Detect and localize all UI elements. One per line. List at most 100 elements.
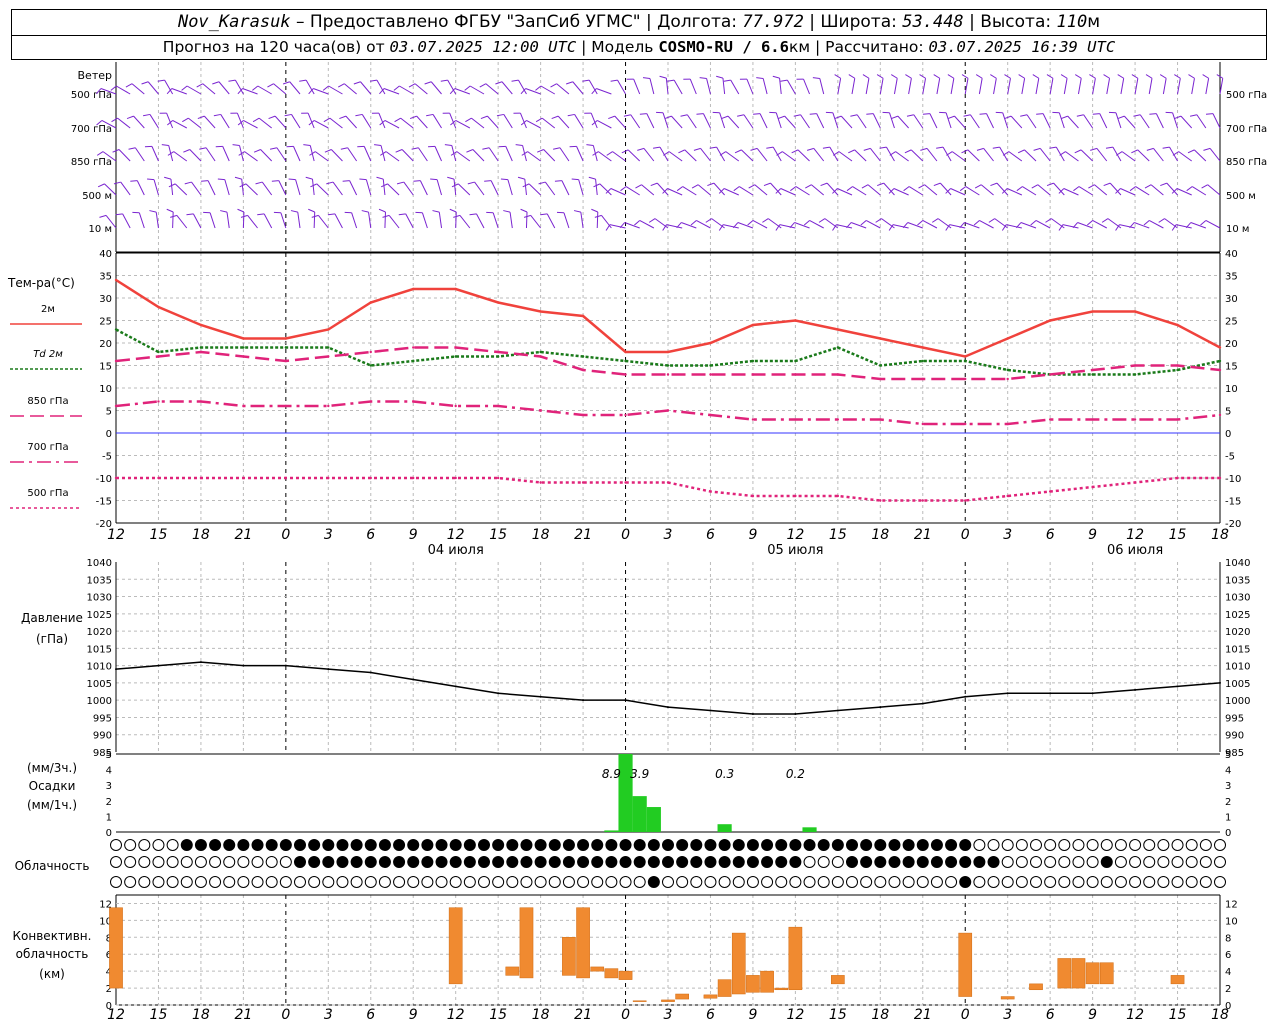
wind-barb-flag xyxy=(213,113,221,117)
wind-barb xyxy=(207,180,216,196)
wind-barb xyxy=(590,112,598,129)
precip-tick-label: 4 xyxy=(106,766,112,777)
wind-barb-flag xyxy=(271,180,279,182)
wind-barb xyxy=(1121,151,1136,162)
conv-tick-label-right: 10 xyxy=(1225,916,1238,927)
wind-barb xyxy=(754,184,768,196)
pressure-tick-label: 1020 xyxy=(87,627,112,638)
wind-barb-flag xyxy=(1159,74,1167,79)
wind-barb-flag xyxy=(237,208,245,213)
conv-time-tick-label: 0 xyxy=(621,1007,630,1023)
conv-time-tick-label: 18 xyxy=(192,1007,210,1023)
wind-barb xyxy=(242,88,258,95)
cloud-symbol xyxy=(421,839,434,851)
temp-point xyxy=(1218,346,1222,349)
legend-label: Td 2м xyxy=(33,349,63,360)
cloud-symbol xyxy=(761,876,774,888)
pressure-unit: (гПа) xyxy=(36,632,68,646)
conv-bar xyxy=(519,907,534,979)
cloud-symbol xyxy=(746,856,759,868)
temp-point xyxy=(1048,373,1052,376)
wind-barb xyxy=(767,218,782,229)
wind-barb xyxy=(784,115,796,129)
wind-barb xyxy=(525,211,528,229)
wind-barb-flag xyxy=(1205,113,1214,115)
cloud-symbol xyxy=(817,839,830,851)
wind-barb xyxy=(432,114,442,129)
wind-barb-flag xyxy=(920,147,928,151)
cloud-symbol xyxy=(393,876,406,888)
wind-barb xyxy=(1212,113,1221,129)
wind-barb-flag xyxy=(282,81,290,85)
wind-barb xyxy=(505,146,513,162)
wind-barb xyxy=(330,149,343,162)
cloud-symbol xyxy=(478,839,490,851)
wind-barb xyxy=(838,151,853,162)
wind-barb xyxy=(965,186,980,196)
wind-barb xyxy=(387,183,400,196)
wind-barb xyxy=(403,181,414,196)
temp-tick-label: 40 xyxy=(99,249,112,260)
temp-point xyxy=(1218,476,1222,480)
pressure-point xyxy=(624,699,627,702)
wind-barb xyxy=(682,186,697,196)
conv-bar xyxy=(590,966,605,972)
wind-barb-flag xyxy=(447,176,455,180)
conv-bar xyxy=(1170,975,1185,985)
wind-barb xyxy=(520,112,527,129)
wind-barb-flag xyxy=(975,74,983,79)
temp-point xyxy=(921,422,924,426)
wind-barb xyxy=(803,78,811,95)
wind-barb xyxy=(226,212,230,229)
cloud-symbol xyxy=(1214,856,1226,868)
wind-barb-flag xyxy=(355,113,363,117)
wind-barb-flag xyxy=(327,213,336,216)
temp-point xyxy=(454,476,457,480)
wind-barb xyxy=(405,213,414,229)
wind-barb xyxy=(809,220,824,229)
conv-time-tick-label: 6 xyxy=(366,1007,375,1023)
wind-barb xyxy=(646,113,655,129)
pressure-point xyxy=(1049,692,1052,695)
time-tick-label: 18 xyxy=(871,527,889,543)
wind-barb xyxy=(1077,222,1093,229)
cloud-symbol xyxy=(647,839,660,851)
temp-point xyxy=(666,409,670,412)
precip-bar xyxy=(618,754,633,832)
wind-barb-flag xyxy=(763,182,771,187)
pressure-tick-label-right: 1005 xyxy=(1225,679,1250,690)
cloud-symbol xyxy=(1199,876,1212,888)
wind-barb-flag xyxy=(453,214,461,218)
wind-barb-flag xyxy=(591,208,598,213)
wind-level-label: 850 гПа xyxy=(71,157,112,168)
temp-point xyxy=(879,418,882,421)
cloud-symbol xyxy=(364,839,377,851)
wind-barb xyxy=(892,224,909,229)
wind-barb-flag xyxy=(862,74,870,79)
wind-barb xyxy=(1162,78,1167,95)
cloud-symbol xyxy=(237,839,250,851)
wind-barb xyxy=(1022,186,1037,196)
wind-barb-flag xyxy=(1088,184,1095,189)
cloud-symbol xyxy=(803,839,816,851)
wind-barb xyxy=(1080,149,1093,162)
cloud-symbol xyxy=(548,856,561,868)
time-tick-label: 18 xyxy=(1211,527,1229,543)
wind-barb xyxy=(485,83,499,95)
conv-bar xyxy=(1071,958,1086,989)
precip-tick-label-right: 5 xyxy=(1225,750,1231,761)
temp-point xyxy=(836,328,840,331)
wind-barb xyxy=(700,148,711,162)
cloud-symbol xyxy=(279,876,292,888)
cloud-symbol xyxy=(435,839,448,851)
wind-barb xyxy=(816,113,825,129)
temp-point xyxy=(114,359,118,363)
wind-barb xyxy=(865,220,881,229)
precip-tick-label: 1 xyxy=(106,812,112,823)
wind-barb xyxy=(999,146,1009,162)
cloud-symbol xyxy=(676,876,689,888)
wind-barb xyxy=(667,188,683,196)
wind-barb xyxy=(116,85,131,95)
wind-barb xyxy=(625,186,640,196)
wind-barb xyxy=(151,146,159,162)
